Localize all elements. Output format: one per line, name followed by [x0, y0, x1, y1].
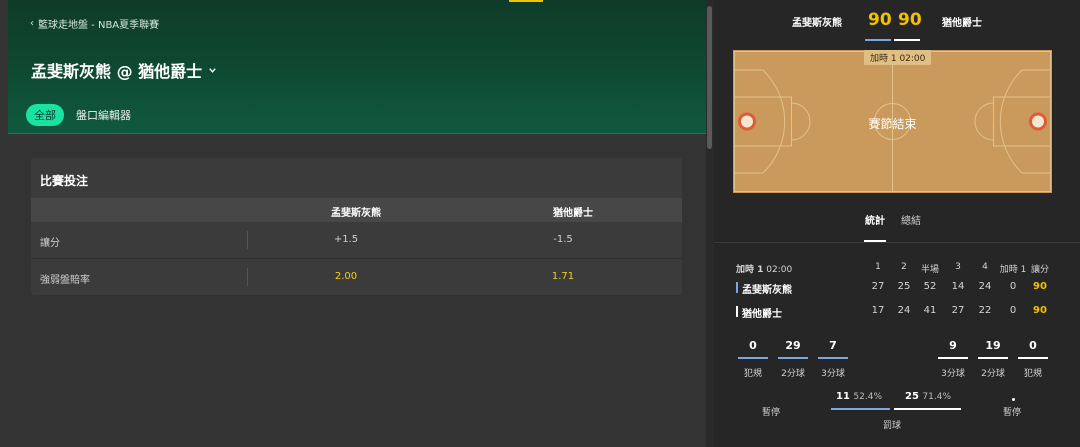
home-3pt-label: 3分球 — [821, 369, 845, 379]
home-team-name: 孟斐斯灰熊 — [792, 18, 842, 29]
home-score-underline — [865, 39, 891, 41]
box-period-clock: 02:00 — [766, 265, 793, 275]
match-bets-card: 比賽投注 孟斐斯灰熊 猶他爵士 讓分 +1.5 -1.5 強弱盤賠率 2.00 … — [31, 158, 682, 295]
away-ft-pct: 71.4% — [922, 392, 951, 402]
bet-row-spread: 讓分 +1.5 -1.5 — [31, 222, 682, 258]
home-fouls-label: 犯規 — [743, 369, 762, 379]
away-ft-bar — [894, 408, 961, 410]
home-2pt-label: 2分球 — [781, 369, 805, 379]
box-away-name: 猶他爵士 — [742, 309, 782, 320]
home-stat-line — [778, 357, 808, 359]
row-label: 強弱盤賠率 — [40, 275, 90, 286]
away-stat-line — [1018, 357, 1048, 359]
bet-row-moneyline: 強弱盤賠率 2.00 1.71 — [31, 258, 682, 294]
home-ft-stat: 11 52.4% — [836, 391, 882, 402]
box-period-label: 加時 1 — [736, 265, 764, 275]
column-away-team: 猶他爵士 — [553, 208, 593, 219]
moneyline-away-odds[interactable]: 1.71 — [538, 271, 588, 282]
tab-all[interactable]: 全部 — [26, 104, 64, 126]
chevron-down-icon[interactable] — [208, 66, 217, 75]
home-2pt-value: 29 — [785, 339, 801, 352]
home-score: 90 — [868, 10, 892, 30]
free-throw-label: 罰球 — [883, 421, 902, 431]
score-cell: 41 — [923, 305, 937, 316]
score-total: 90 — [1033, 281, 1047, 292]
match-header: ‹ 籃球走地盤 - NBA夏季聯賽 孟斐斯灰熊 @ 猶他爵士 全部 盤口編輯器 — [8, 0, 706, 134]
period-clock-badge: 加時 1 02:00 — [864, 50, 932, 65]
box-row-home: 孟斐斯灰熊 27 25 52 14 24 0 90 — [714, 281, 1080, 296]
tab-summary[interactable]: 總結 — [901, 212, 921, 227]
left-panel: ‹ 籃球走地盤 - NBA夏季聯賽 孟斐斯灰熊 @ 猶他爵士 全部 盤口編輯器 … — [0, 0, 706, 447]
market-tabs: 全部 盤口編輯器 — [26, 104, 131, 126]
away-timeout-dot — [1012, 398, 1015, 401]
section-divider — [714, 242, 1080, 243]
scrollbar-thumb[interactable] — [707, 6, 712, 149]
away-team-name: 猶他爵士 — [942, 18, 982, 29]
card-title: 比賽投注 — [40, 174, 89, 188]
home-fouls-value: 0 — [749, 339, 757, 352]
away-timeouts-label: 暫停 — [1003, 408, 1022, 418]
home-3pt-value: 7 — [829, 339, 837, 352]
away-stat-line — [938, 357, 968, 359]
away-fouls-label: 犯規 — [1023, 369, 1042, 379]
row-divider — [247, 231, 248, 249]
top-highlight — [509, 0, 543, 2]
box-home-name: 孟斐斯灰熊 — [742, 285, 792, 296]
home-stat-line — [818, 357, 848, 359]
live-panel: 孟斐斯灰熊 90 90 猶他爵士 加時 1 02:00 賽節結束 統計 總結 加 — [714, 0, 1080, 447]
away-ft-stat: 25 71.4% — [905, 391, 951, 402]
header-half: 半場 — [920, 265, 939, 275]
home-ft-bar — [831, 408, 890, 410]
column-home-team: 孟斐斯灰熊 — [331, 208, 381, 219]
header-q3: 3 — [955, 262, 961, 272]
home-ft-pct: 52.4% — [853, 392, 882, 402]
tab-stats[interactable]: 統計 — [865, 212, 885, 227]
breadcrumb[interactable]: ‹ 籃球走地盤 - NBA夏季聯賽 — [30, 16, 159, 31]
away-3pt-label: 3分球 — [941, 369, 965, 379]
away-score: 90 — [898, 10, 922, 30]
match-title-text[interactable]: 孟斐斯灰熊 @ 猶他爵士 — [31, 58, 202, 82]
away-2pt-value: 19 — [985, 339, 1001, 352]
box-row-away: 猶他爵士 17 24 41 27 22 0 90 — [714, 305, 1080, 320]
scoreboard: 孟斐斯灰熊 90 90 猶他爵士 — [714, 8, 1080, 41]
home-ft-made: 11 — [836, 391, 850, 402]
away-ft-made: 25 — [905, 391, 919, 402]
spread-away-selection[interactable]: -1.5 — [538, 234, 588, 245]
moneyline-home-odds[interactable]: 2.00 — [321, 271, 371, 282]
away-3pt-value: 9 — [949, 339, 957, 352]
score-cell: 27 — [951, 305, 965, 316]
breadcrumb-label[interactable]: 籃球走地盤 - NBA夏季聯賽 — [38, 16, 159, 31]
score-total: 90 — [1033, 305, 1047, 316]
row-divider — [247, 268, 248, 286]
away-stat-line — [978, 357, 1008, 359]
back-chevron-icon[interactable]: ‹ — [30, 18, 34, 29]
bets-table-header: 孟斐斯灰熊 猶他爵士 — [31, 198, 682, 222]
score-cell: 14 — [951, 281, 965, 292]
box-period: 加時 1 02:00 — [736, 262, 792, 275]
score-cell: 52 — [923, 281, 937, 292]
match-title[interactable]: 孟斐斯灰熊 @ 猶他爵士 — [31, 58, 217, 82]
header-total: 讓分 — [1030, 265, 1049, 275]
tab-market-editor[interactable]: 盤口編輯器 — [76, 107, 131, 123]
home-stat-line — [738, 357, 768, 359]
row-label: 讓分 — [40, 238, 60, 249]
away-fouls-value: 0 — [1029, 339, 1037, 352]
away-score-underline — [894, 39, 920, 41]
spread-home-selection[interactable]: +1.5 — [321, 234, 371, 245]
away-2pt-label: 2分球 — [981, 369, 1005, 379]
period-status: 賽節結束 — [868, 117, 917, 131]
home-timeouts-label: 暫停 — [762, 408, 781, 418]
